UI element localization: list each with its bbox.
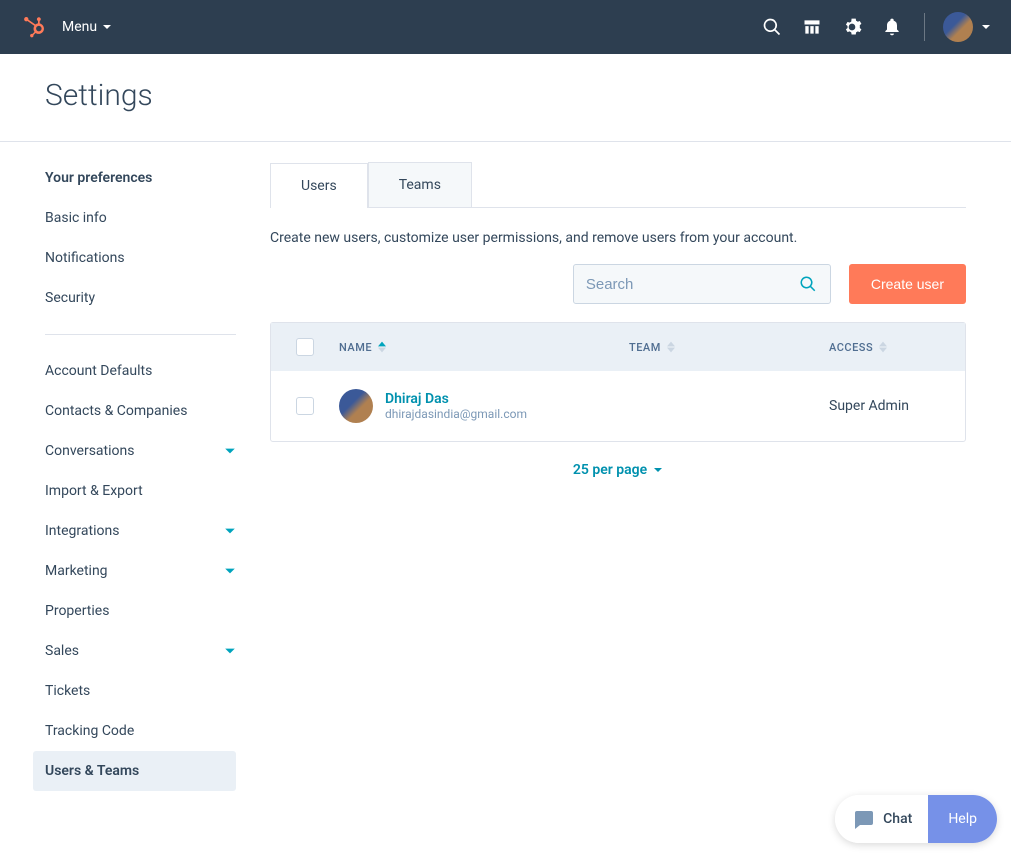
divider xyxy=(924,13,925,41)
create-user-button[interactable]: Create user xyxy=(849,264,966,304)
user-email-link[interactable]: dhirajdasindia@gmail.com xyxy=(385,407,527,421)
select-all-checkbox[interactable] xyxy=(296,338,314,356)
sidebar-item-conversations[interactable]: Conversations xyxy=(0,431,256,471)
chevron-down-icon xyxy=(224,525,236,537)
pagination-per-page[interactable]: 25 per page xyxy=(270,462,966,478)
sidebar-item-account-defaults[interactable]: Account Defaults xyxy=(0,351,256,391)
sidebar-item-integrations[interactable]: Integrations xyxy=(0,511,256,551)
column-header-access[interactable]: ACCESS xyxy=(829,341,965,354)
menu-button[interactable]: Menu xyxy=(62,19,112,35)
account-menu[interactable] xyxy=(943,12,991,42)
sidebar-item-basic-info[interactable]: Basic info xyxy=(0,198,256,238)
sidebar-item-import-export[interactable]: Import & Export xyxy=(0,471,256,511)
sort-icon xyxy=(378,341,386,353)
chevron-down-icon xyxy=(102,22,112,32)
toolbar: Create user xyxy=(270,264,966,304)
sidebar-divider xyxy=(45,334,236,335)
section-description: Create new users, customize user permiss… xyxy=(270,230,966,246)
sidebar-item-marketing[interactable]: Marketing xyxy=(0,551,256,591)
column-header-name[interactable]: NAME xyxy=(339,341,629,354)
chevron-down-icon xyxy=(653,465,663,475)
table-row: Dhiraj Das dhirajdasindia@gmail.com Supe… xyxy=(271,371,965,441)
sort-icon xyxy=(879,341,887,353)
hubspot-logo-icon[interactable] xyxy=(20,14,46,40)
sidebar-item-users-teams[interactable]: Users & Teams xyxy=(33,751,236,791)
sidebar-item-tracking-code[interactable]: Tracking Code xyxy=(0,711,256,751)
table-header: NAME TEAM ACCESS xyxy=(271,323,965,371)
chevron-down-icon xyxy=(224,445,236,457)
settings-sidebar: Your preferences Basic info Notification… xyxy=(0,142,256,819)
sidebar-item-security[interactable]: Security xyxy=(0,278,256,318)
sidebar-item-sales[interactable]: Sales xyxy=(0,631,256,671)
search-input[interactable] xyxy=(573,264,831,304)
page-title: Settings xyxy=(45,78,1011,113)
marketplace-icon[interactable] xyxy=(802,17,822,37)
top-navbar: Menu xyxy=(0,0,1011,54)
users-table: NAME TEAM ACCESS xyxy=(270,322,966,442)
help-button[interactable]: Help xyxy=(928,795,997,843)
chat-icon xyxy=(851,807,875,831)
search-icon[interactable] xyxy=(762,17,782,37)
sidebar-heading: Your preferences xyxy=(0,170,256,186)
chevron-down-icon xyxy=(981,22,991,32)
user-name-link[interactable]: Dhiraj Das xyxy=(385,391,527,407)
chevron-down-icon xyxy=(224,565,236,577)
sidebar-item-contacts-companies[interactable]: Contacts & Companies xyxy=(0,391,256,431)
page-header: Settings xyxy=(0,54,1011,142)
tab-users[interactable]: Users xyxy=(270,163,368,208)
sidebar-item-tickets[interactable]: Tickets xyxy=(0,671,256,711)
sidebar-item-properties[interactable]: Properties xyxy=(0,591,256,631)
chat-button[interactable]: Chat xyxy=(835,795,928,843)
chat-help-widget: Chat Help xyxy=(835,795,997,843)
sidebar-item-notifications[interactable]: Notifications xyxy=(0,238,256,278)
chevron-down-icon xyxy=(224,645,236,657)
bell-icon[interactable] xyxy=(882,17,902,37)
row-checkbox[interactable] xyxy=(296,397,314,415)
column-header-team[interactable]: TEAM xyxy=(629,341,829,354)
main-content: Users Teams Create new users, customize … xyxy=(256,142,1011,819)
tabs: Users Teams xyxy=(270,162,966,208)
sort-icon xyxy=(667,341,675,353)
avatar xyxy=(943,12,973,42)
menu-label: Menu xyxy=(62,19,97,35)
user-access-cell: Super Admin xyxy=(829,398,965,414)
user-avatar xyxy=(339,389,373,423)
gear-icon[interactable] xyxy=(842,17,862,37)
tab-teams[interactable]: Teams xyxy=(368,162,472,207)
